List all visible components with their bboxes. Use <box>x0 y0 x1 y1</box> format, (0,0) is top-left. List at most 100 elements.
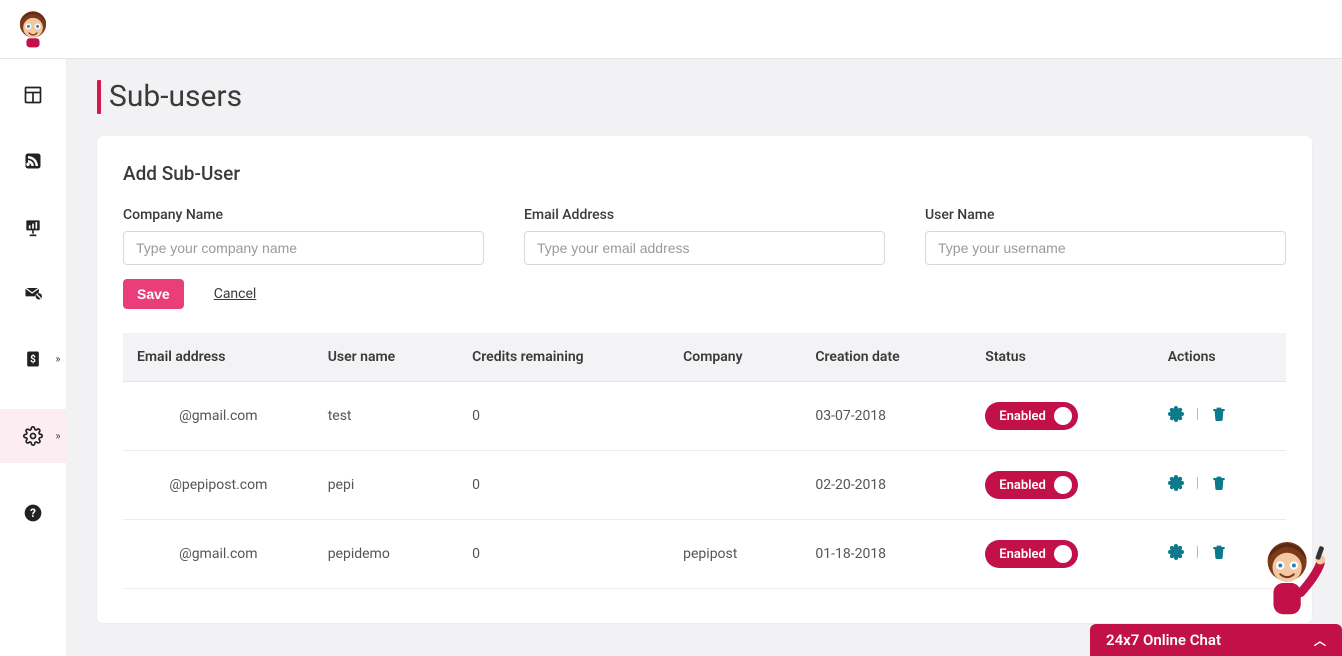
action-separator: | <box>1196 544 1199 560</box>
chevron-right-icon: » <box>55 353 60 366</box>
cancel-link[interactable]: Cancel <box>214 286 257 302</box>
cell-company: pepipost <box>669 520 801 589</box>
cell-email: @gmail.com <box>123 520 314 589</box>
sidebar: $ » » ? <box>0 59 67 656</box>
row-actions: | <box>1168 544 1227 560</box>
cell-company <box>669 451 801 520</box>
cell-username: pepidemo <box>314 520 458 589</box>
cell-actions: | <box>1154 382 1286 451</box>
row-delete-button[interactable] <box>1211 544 1227 560</box>
gear-icon <box>1168 475 1184 491</box>
title-accent-bar <box>97 80 101 114</box>
sidebar-item-feed[interactable] <box>0 145 67 177</box>
trash-icon <box>1211 544 1227 560</box>
th-company: Company <box>669 333 801 382</box>
cell-status: Enabled <box>971 382 1153 451</box>
help-icon: ? <box>23 503 43 523</box>
chevron-up-icon: 〈 <box>1311 634 1328 646</box>
trash-icon <box>1211 475 1227 491</box>
panel-heading: Add Sub-User <box>123 162 1286 185</box>
sidebar-item-suppression[interactable] <box>0 277 67 309</box>
billing-icon: $ <box>23 349 43 369</box>
row-delete-button[interactable] <box>1211 475 1227 491</box>
cell-created: 02-20-2018 <box>801 451 971 520</box>
email-address-input[interactable] <box>524 231 885 265</box>
main-content: Sub-users Add Sub-User Company Name Emai… <box>67 59 1342 656</box>
th-username: User name <box>314 333 458 382</box>
th-email: Email address <box>123 333 314 382</box>
cell-created: 01-18-2018 <box>801 520 971 589</box>
status-toggle[interactable]: Enabled <box>985 540 1078 568</box>
username-input[interactable] <box>925 231 1286 265</box>
status-toggle-label: Enabled <box>999 547 1046 562</box>
th-created: Creation date <box>801 333 971 382</box>
sidebar-item-presentation[interactable] <box>0 211 67 243</box>
form-row: Company Name Email Address User Name <box>123 207 1286 265</box>
cell-credits: 0 <box>458 520 669 589</box>
company-name-input[interactable] <box>123 231 484 265</box>
cell-credits: 0 <box>458 451 669 520</box>
subusers-table: Email address User name Credits remainin… <box>123 333 1286 589</box>
layout-icon <box>23 85 43 105</box>
th-credits: Credits remaining <box>458 333 669 382</box>
status-toggle-label: Enabled <box>999 409 1046 424</box>
row-settings-button[interactable] <box>1168 475 1184 491</box>
cell-status: Enabled <box>971 520 1153 589</box>
mail-block-icon <box>23 283 43 303</box>
chat-widget[interactable]: 24x7 Online Chat 〈 <box>1090 624 1342 656</box>
table-row: @pepipost.compepi0 02-20-2018 Enabled | <box>123 451 1286 520</box>
sidebar-item-help[interactable]: ? <box>0 497 67 529</box>
status-toggle[interactable]: Enabled <box>985 402 1078 430</box>
app-logo[interactable] <box>12 8 54 50</box>
gear-icon <box>1168 544 1184 560</box>
status-toggle[interactable]: Enabled <box>985 471 1078 499</box>
th-status: Status <box>971 333 1153 382</box>
status-toggle-label: Enabled <box>999 478 1046 493</box>
trash-icon <box>1211 406 1227 422</box>
chat-label: 24x7 Online Chat <box>1106 631 1221 649</box>
cell-actions: | <box>1154 520 1286 589</box>
row-settings-button[interactable] <box>1168 406 1184 422</box>
table-row: @gmail.compepidemo0pepipost01-18-2018 Ena… <box>123 520 1286 589</box>
sidebar-item-settings[interactable]: » <box>0 409 67 463</box>
row-delete-button[interactable] <box>1211 406 1227 422</box>
username-label: User Name <box>925 207 1286 223</box>
presentation-icon <box>23 217 43 237</box>
cell-username: pepi <box>314 451 458 520</box>
svg-text:$: $ <box>30 352 36 365</box>
panel: Add Sub-User Company Name Email Address … <box>97 136 1312 623</box>
th-actions: Actions <box>1154 333 1286 382</box>
company-name-group: Company Name <box>123 207 484 265</box>
email-address-group: Email Address <box>524 207 885 265</box>
cell-username: test <box>314 382 458 451</box>
row-settings-button[interactable] <box>1168 544 1184 560</box>
rss-icon <box>23 151 43 171</box>
cell-email: @gmail.com <box>123 382 314 451</box>
table-row: @gmail.comtest0 03-07-2018 Enabled | <box>123 382 1286 451</box>
row-actions: | <box>1168 406 1227 422</box>
topbar <box>0 0 1342 59</box>
action-separator: | <box>1196 475 1199 491</box>
page-title: Sub-users <box>109 79 242 114</box>
cell-company <box>669 382 801 451</box>
form-actions: Save Cancel <box>123 279 1286 309</box>
sidebar-item-billing[interactable]: $ » <box>0 343 67 375</box>
company-name-label: Company Name <box>123 207 484 223</box>
sidebar-item-dashboard[interactable] <box>0 79 67 111</box>
cell-actions: | <box>1154 451 1286 520</box>
gear-icon <box>1168 406 1184 422</box>
cell-email: @pepipost.com <box>123 451 314 520</box>
cell-credits: 0 <box>458 382 669 451</box>
action-separator: | <box>1196 406 1199 422</box>
toggle-knob <box>1054 476 1072 494</box>
cell-status: Enabled <box>971 451 1153 520</box>
toggle-knob <box>1054 545 1072 563</box>
cell-created: 03-07-2018 <box>801 382 971 451</box>
svg-text:?: ? <box>30 506 36 520</box>
page-title-wrap: Sub-users <box>97 79 1312 114</box>
chevron-right-icon: » <box>55 430 60 443</box>
save-button[interactable]: Save <box>123 279 184 309</box>
username-group: User Name <box>925 207 1286 265</box>
row-actions: | <box>1168 475 1227 491</box>
toggle-knob <box>1054 407 1072 425</box>
